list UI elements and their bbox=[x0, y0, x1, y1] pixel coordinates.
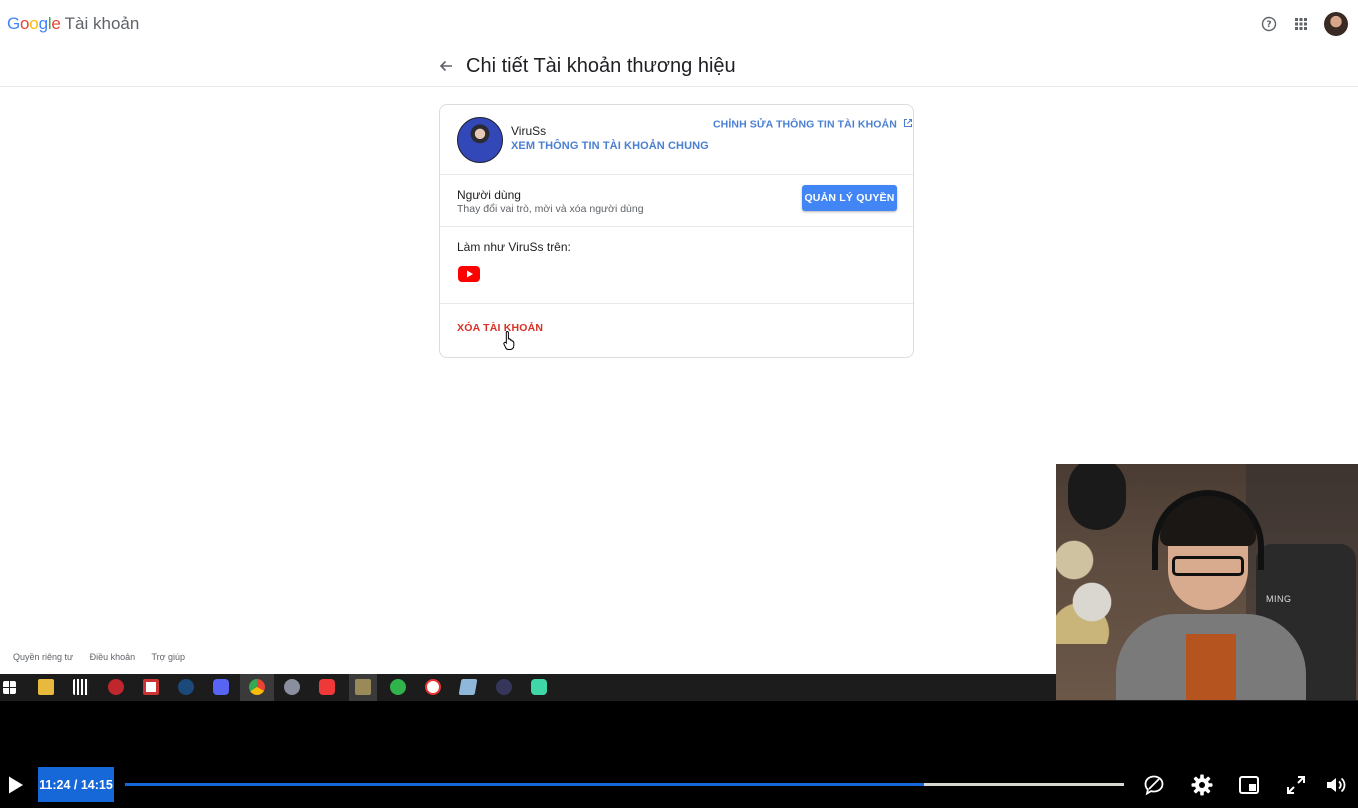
delete-account-link[interactable]: XÓA TÀI KHOẢN bbox=[457, 322, 543, 334]
back-arrow-icon[interactable] bbox=[436, 56, 456, 76]
apps-grid-icon[interactable] bbox=[1290, 13, 1312, 35]
play-icon[interactable] bbox=[7, 775, 25, 795]
privacy-link[interactable]: Quyền riêng tư bbox=[13, 652, 73, 662]
top-bar: Google Tài khoản ? bbox=[0, 0, 1358, 48]
game-icon[interactable] bbox=[355, 679, 371, 695]
chair-logo-text: MING bbox=[1266, 594, 1292, 604]
file-explorer-icon[interactable] bbox=[38, 679, 54, 695]
edit-account-link[interactable]: CHỈNH SỬA THÔNG TIN TÀI KHOẢN bbox=[713, 118, 913, 131]
screen: Google Tài khoản ? Chi tiết Tài khoản thư… bbox=[0, 0, 1358, 808]
page-footer: Quyền riêng tư Điều khoản Trợ giúp bbox=[13, 652, 199, 662]
webcam-overlay: MING bbox=[1056, 464, 1358, 700]
app-icon[interactable] bbox=[143, 679, 159, 695]
open-external-icon bbox=[903, 118, 913, 131]
edit-account-label: CHỈNH SỬA THÔNG TIN TÀI KHOẢN bbox=[713, 118, 897, 131]
page-title: Chi tiết Tài khoản thương hiệu bbox=[466, 55, 736, 77]
account-section: ViruSs XEM THÔNG TIN TÀI KHOẢN CHUNG CHỈ… bbox=[440, 105, 913, 175]
webcam-person-shirt bbox=[1186, 634, 1236, 700]
product-name: Tài khoản bbox=[64, 14, 140, 33]
cloud-app-icon[interactable] bbox=[284, 679, 300, 695]
act-as-section: Làm như ViruSs trên: bbox=[440, 227, 913, 304]
game-launcher-icon[interactable] bbox=[108, 679, 124, 695]
header-divider bbox=[0, 86, 1358, 87]
chrome-icon[interactable] bbox=[249, 679, 265, 695]
green-cloud-icon[interactable] bbox=[390, 679, 406, 695]
users-title: Người dùng bbox=[457, 188, 521, 202]
view-account-link[interactable]: XEM THÔNG TIN TÀI KHOẢN CHUNG bbox=[511, 140, 709, 152]
progress-bar[interactable] bbox=[125, 783, 1124, 786]
profile-avatar[interactable] bbox=[1324, 12, 1348, 36]
webcam-plush-toys bbox=[1056, 524, 1116, 644]
google-wordmark: Google bbox=[7, 14, 61, 33]
help-icon[interactable]: ? bbox=[1258, 13, 1280, 35]
volume-icon[interactable] bbox=[1324, 773, 1348, 797]
terms-link[interactable]: Điều khoản bbox=[90, 652, 136, 662]
notepad-icon[interactable] bbox=[458, 679, 478, 695]
users-subtitle: Thay đổi vai trò, mời và xóa người dùng bbox=[457, 203, 644, 215]
settings-gear-icon[interactable] bbox=[1190, 773, 1214, 797]
youtube-icon[interactable] bbox=[458, 266, 480, 282]
help-link[interactable]: Trợ giúp bbox=[151, 652, 185, 662]
chat-app-icon[interactable] bbox=[531, 679, 547, 695]
captions-off-icon[interactable] bbox=[1142, 773, 1166, 797]
fullscreen-icon[interactable] bbox=[1284, 773, 1308, 797]
time-display: 11:24 / 14:15 bbox=[38, 767, 114, 802]
account-avatar bbox=[457, 117, 503, 163]
google-account-logo[interactable]: Google Tài khoản bbox=[7, 14, 139, 34]
picture-in-picture-icon[interactable] bbox=[1237, 773, 1261, 797]
account-name: ViruSs bbox=[511, 124, 547, 138]
vivaldi-icon[interactable] bbox=[319, 679, 335, 695]
discord-icon[interactable] bbox=[213, 679, 229, 695]
keyboard-app-icon[interactable] bbox=[496, 679, 512, 695]
steam-icon[interactable] bbox=[178, 679, 194, 695]
webcam-microphone bbox=[1068, 464, 1126, 530]
users-section: Người dùng Thay đổi vai trò, mời và xóa … bbox=[440, 175, 913, 227]
notification-app-icon[interactable] bbox=[425, 679, 441, 695]
svg-text:?: ? bbox=[1266, 20, 1271, 30]
video-editor-icon[interactable] bbox=[73, 679, 89, 695]
manage-permissions-button[interactable]: QUẢN LÝ QUYỀN bbox=[802, 185, 897, 211]
act-as-title: Làm như ViruSs trên: bbox=[457, 240, 571, 254]
windows-start-icon[interactable] bbox=[3, 681, 16, 694]
hand-cursor-icon bbox=[503, 330, 517, 350]
progress-fill bbox=[125, 783, 925, 786]
brand-account-card: ViruSs XEM THÔNG TIN TÀI KHOẢN CHUNG CHỈ… bbox=[439, 104, 914, 358]
